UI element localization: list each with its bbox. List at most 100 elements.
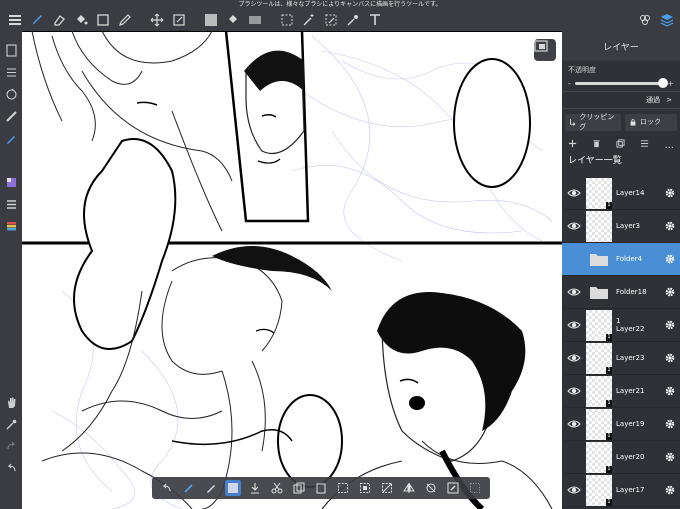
gear-icon[interactable] [660,418,680,430]
magic-wand-icon[interactable] [298,10,320,30]
drawing-canvas[interactable] [22,31,562,509]
invert-selection-icon[interactable] [379,480,395,496]
blend-mode-row[interactable]: 通過 > [562,91,680,109]
more-options[interactable]: ... [664,140,674,151]
eraser-tool-icon[interactable] [48,10,70,30]
grid-dots-icon[interactable] [467,480,483,496]
manga-artwork [22,31,562,509]
fill-tool-icon[interactable] [70,10,92,30]
eye-icon[interactable] [562,320,586,330]
gear-icon[interactable] [660,220,680,232]
layer-row[interactable]: 1 1 Layer22 [562,309,680,342]
move-tool-icon[interactable] [146,10,168,30]
rotate-icon[interactable] [1,83,21,105]
eye-icon[interactable] [562,419,586,429]
select-pen-icon[interactable] [320,10,342,30]
app-window: ブラシツールは、様々なブラシによりキャンバスに描画を行うツールです。 レイヤー … [0,0,680,509]
bucket-icon[interactable] [222,10,244,30]
rainbow-icon[interactable] [1,215,21,237]
layer-row[interactable]: 1 Layer14 [562,177,680,210]
gear-icon[interactable] [660,253,680,265]
text-tool-icon[interactable] [364,10,386,30]
select-all-icon[interactable] [335,480,351,496]
pen-small-icon[interactable] [203,480,219,496]
layer-row[interactable]: 1 Layer17 [562,474,680,507]
opacity-control: 不透明度 - + [562,61,680,91]
lasso-off-icon[interactable] [423,480,439,496]
gear-icon[interactable] [660,187,680,199]
eye-icon[interactable] [562,221,586,231]
brush-stroke-icon[interactable] [181,480,197,496]
transform-tool-icon[interactable] [168,10,190,30]
layer-row[interactable]: Layer3 [562,210,680,243]
layer-row[interactable]: Folder4 [562,243,680,276]
gradient-icon[interactable] [244,10,266,30]
gear-icon[interactable] [660,319,680,331]
undo-arrow-icon[interactable] [159,480,175,496]
layer-row[interactable]: 1 Layer20 [562,441,680,474]
layer-name: Layer20 [616,453,645,461]
layer-row[interactable]: Folder18 [562,276,680,309]
list-icon[interactable] [1,61,21,83]
hand-icon[interactable] [1,391,21,413]
shape-tool-icon[interactable] [92,10,114,30]
layer-row[interactable]: 1 Layer19 [562,408,680,441]
opacity-slider[interactable] [574,78,669,88]
layer-name: Layer23 [616,354,645,362]
gear-icon[interactable] [660,352,680,364]
gear-icon[interactable] [660,286,680,298]
select-rect-icon[interactable] [276,10,298,30]
paste-icon[interactable] [313,480,329,496]
blend-mode-value: 通過 [646,96,661,104]
eye-icon[interactable] [562,386,586,396]
clipping-button[interactable]: クリッピング [565,113,621,131]
layer-row[interactable]: 1 Layer21 [562,375,680,408]
pen-pressure-icon[interactable] [1,127,21,149]
layer-thumbnail: 1 [586,375,612,407]
add-layer-icon[interactable] [568,139,577,151]
layer-thumbnail: 1 [586,309,612,341]
opacity-label: 不透明度 [568,66,596,74]
eyedropper-icon[interactable] [342,10,364,30]
copy-icon[interactable] [291,480,307,496]
layer-row[interactable]: 1 Layer23 [562,342,680,375]
color-palette-icon[interactable] [1,171,21,193]
menu-icon[interactable] [4,10,26,30]
opacity-plus[interactable]: + [667,79,674,88]
navigator-button[interactable] [534,39,556,61]
layers-panel-icon[interactable] [660,13,674,27]
gear-icon[interactable] [660,484,680,496]
flip-icon[interactable] [401,480,417,496]
tone-icon[interactable] [225,480,241,496]
gear-icon[interactable] [660,451,680,463]
layer-list: 1 Layer14 Layer3 Folder4 Folder18 1 1 Layer22 1… [562,177,680,509]
color-swatch-icon[interactable] [200,10,222,30]
opacity-minus[interactable]: - [568,79,571,88]
stripes-icon[interactable] [1,193,21,215]
ruler-icon[interactable] [1,105,21,127]
gear-icon[interactable] [660,385,680,397]
redo-icon[interactable] [1,435,21,457]
dropper-icon[interactable] [1,413,21,435]
undo-icon[interactable] [1,457,21,479]
eye-icon[interactable] [562,287,586,297]
layer-name: Folder18 [616,288,647,296]
lock-button[interactable]: ロック [625,113,677,131]
materials-icon[interactable] [638,13,652,27]
eye-icon[interactable] [562,353,586,363]
layer-name: 1 Layer22 [616,317,645,333]
cut-icon[interactable] [269,480,285,496]
layer-thumbnail: 1 [586,177,612,209]
pages-icon[interactable] [1,39,21,61]
eye-icon[interactable] [562,485,586,495]
deselect-icon[interactable] [357,480,373,496]
layer-name: Layer19 [616,420,645,428]
import-icon[interactable] [247,480,263,496]
edit-icon[interactable] [445,480,461,496]
pen-tool-icon[interactable] [114,10,136,30]
trash-icon[interactable] [592,139,601,151]
brush-tool-icon[interactable] [26,10,48,30]
eye-icon[interactable] [562,188,586,198]
layer-list-icon[interactable] [640,139,649,151]
duplicate-layer-icon[interactable] [616,139,625,151]
